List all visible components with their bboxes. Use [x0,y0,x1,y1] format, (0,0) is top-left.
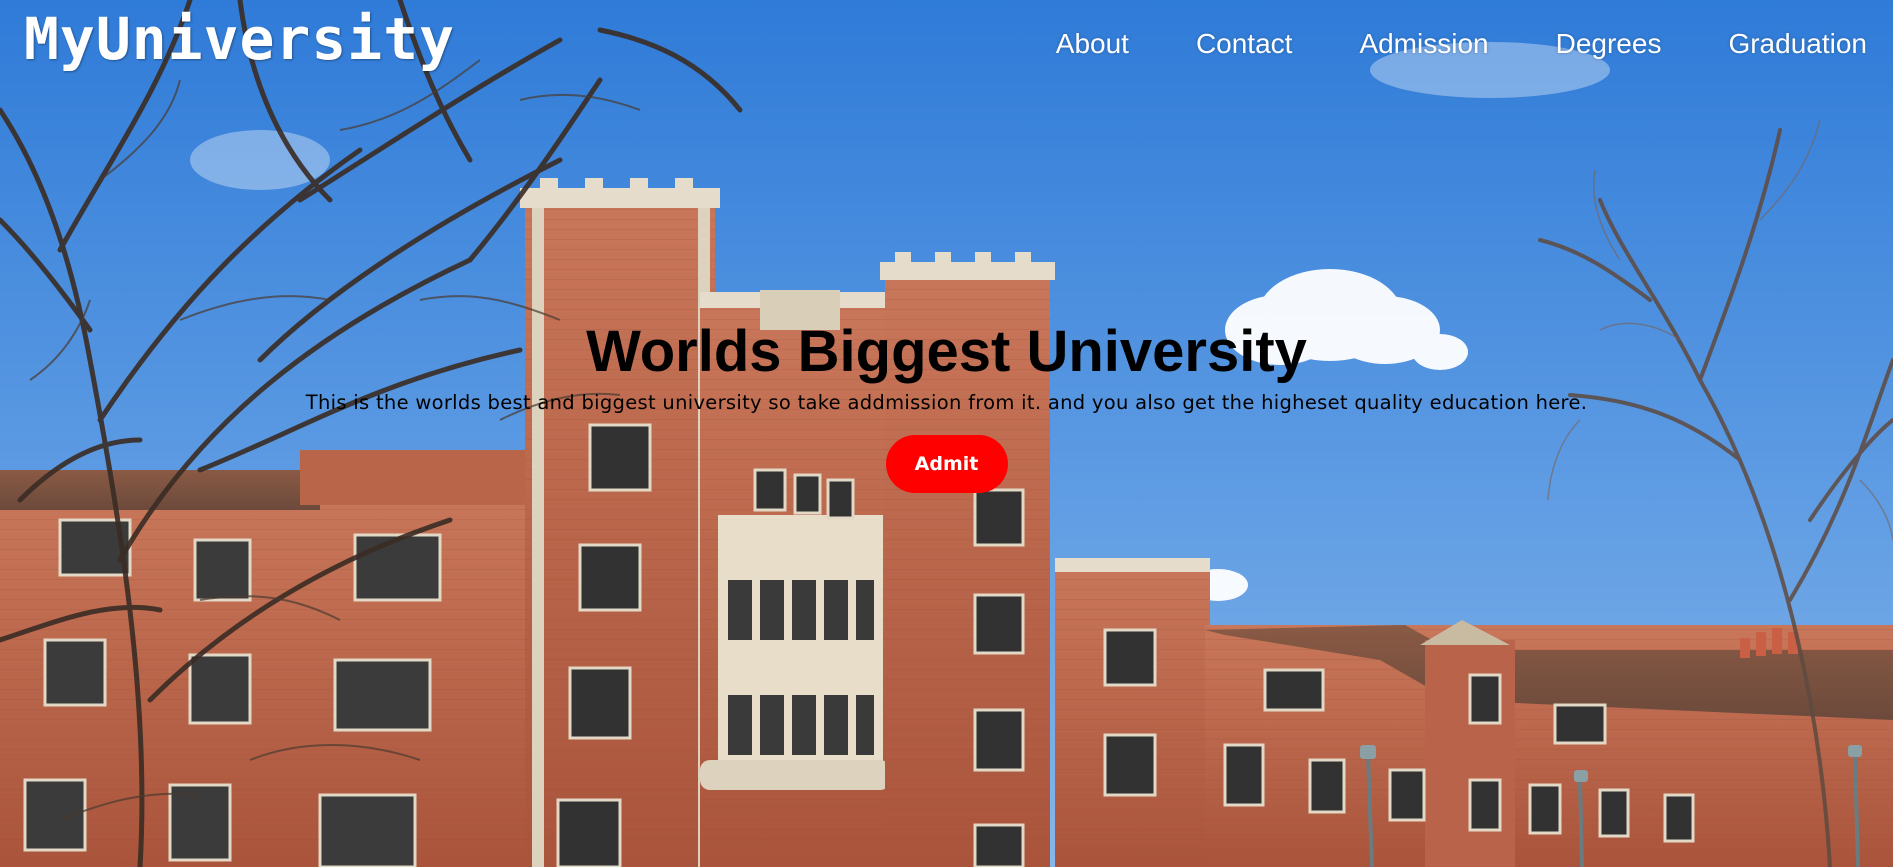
hero-section: MyUniversity About Contact Admission Deg… [0,0,1893,867]
hero-title: Worlds Biggest University [586,319,1307,384]
hero-content: Worlds Biggest University This is the wo… [0,318,1893,493]
nav-link-degrees[interactable]: Degrees [1556,26,1662,62]
nav-link-admission[interactable]: Admission [1359,26,1488,62]
navbar: MyUniversity About Contact Admission Deg… [0,0,1893,90]
nav-menu: About Contact Admission Degrees Graduati… [1056,26,1867,62]
nav-link-contact[interactable]: Contact [1196,26,1293,62]
hero-description: This is the worlds best and biggest univ… [305,391,1588,414]
nav-link-graduation[interactable]: Graduation [1728,26,1867,62]
nav-link-about[interactable]: About [1056,26,1129,62]
admit-button[interactable]: Admit [885,435,1008,493]
site-logo[interactable]: MyUniversity [24,4,455,74]
